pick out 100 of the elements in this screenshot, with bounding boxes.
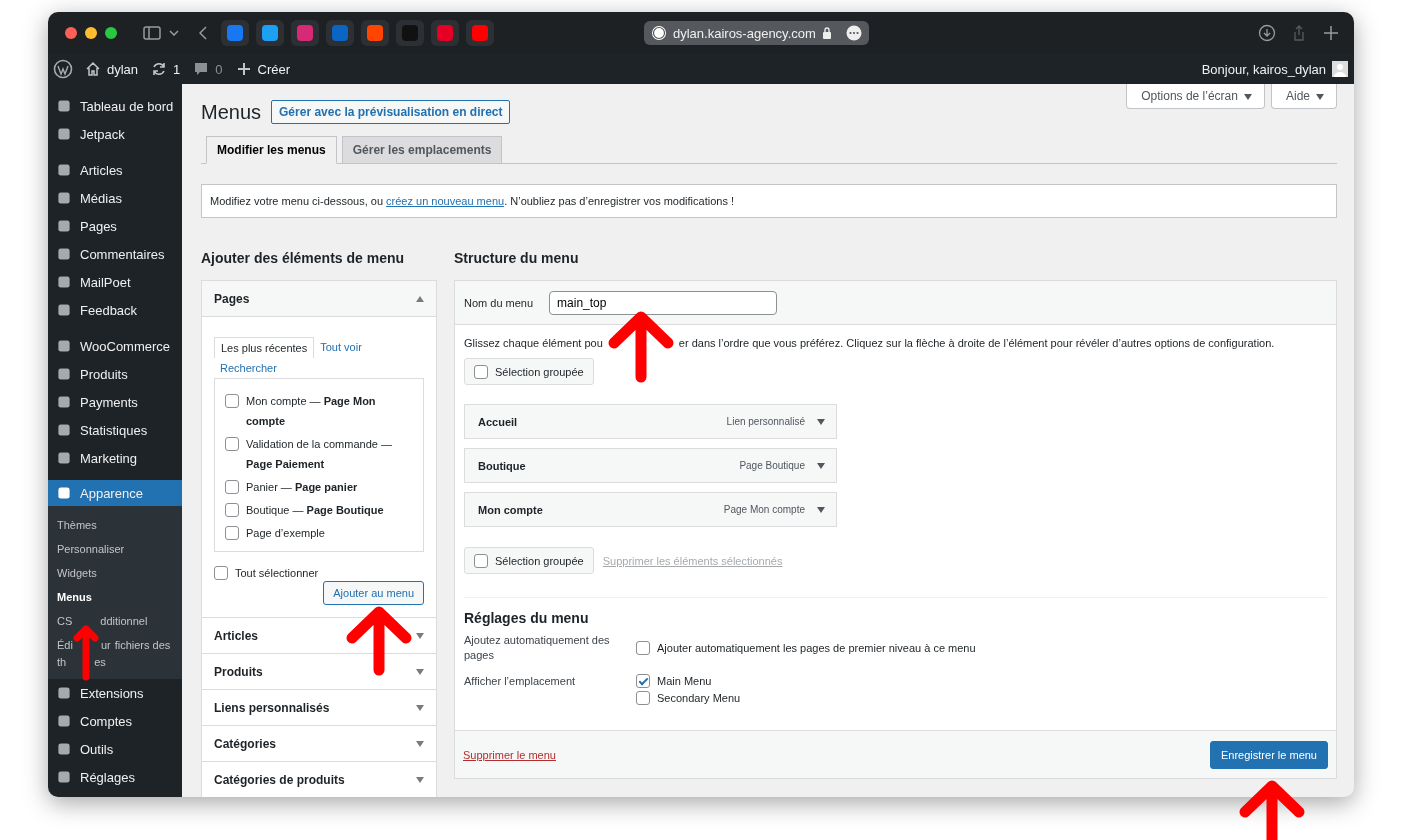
submenu-item[interactable]: Personnaliser bbox=[48, 538, 182, 562]
new-content-link[interactable]: Créer bbox=[235, 61, 291, 77]
bookmark-button[interactable] bbox=[466, 20, 494, 46]
checkbox-label: Ajouter automatiquement les pages de premier niveau à ce menu bbox=[657, 642, 976, 654]
sidebar-item[interactable]: Tableau de bord bbox=[48, 92, 182, 120]
download-icon[interactable] bbox=[1258, 24, 1276, 42]
caret-icon[interactable] bbox=[817, 418, 825, 425]
caret-icon bbox=[1243, 94, 1252, 100]
sidebar-item[interactable]: Produits bbox=[48, 360, 182, 388]
sidebar-item[interactable]: Marketing bbox=[48, 444, 182, 472]
screen-options-button[interactable]: Aide bbox=[1270, 84, 1337, 109]
sidebar-item[interactable]: Statistiques bbox=[48, 416, 182, 444]
bookmark-button[interactable] bbox=[361, 20, 389, 46]
checkbox[interactable] bbox=[636, 674, 650, 688]
checkbox[interactable] bbox=[214, 566, 228, 580]
sidebar-item[interactable]: Feedback bbox=[48, 296, 182, 324]
sidebar-item[interactable]: Pages bbox=[48, 212, 182, 240]
bookmark-button[interactable] bbox=[291, 20, 319, 46]
sidebar-item[interactable]: MailPoet bbox=[48, 268, 182, 296]
menu-item-bar[interactable]: Accueil Lien personnalisé bbox=[464, 404, 837, 439]
menu-item-bar[interactable]: Boutique Page Boutique bbox=[464, 448, 837, 483]
close-button[interactable] bbox=[65, 27, 77, 39]
checkbox[interactable] bbox=[225, 437, 239, 451]
sidebar-item[interactable]: Jetpack bbox=[48, 120, 182, 148]
checkbox[interactable] bbox=[225, 526, 239, 540]
add-to-menu-button[interactable]: Ajouter au menu bbox=[323, 581, 424, 605]
comment-icon bbox=[193, 61, 210, 77]
minimize-button[interactable] bbox=[85, 27, 97, 39]
sidebar-item[interactable]: Articles bbox=[48, 156, 182, 184]
sidebar-item[interactable]: Comptes bbox=[48, 707, 182, 735]
tab[interactable]: Tout voir bbox=[314, 337, 368, 358]
refresh-icon bbox=[151, 61, 168, 77]
address-bar[interactable]: dylan.kairos-agency.com bbox=[644, 21, 869, 45]
zoom-button[interactable] bbox=[105, 27, 117, 39]
caret-icon bbox=[416, 740, 424, 747]
checkbox-label: Secondary Menu bbox=[657, 692, 741, 704]
checkbox[interactable] bbox=[225, 480, 239, 494]
bulk-select-button[interactable]: Sélection groupée bbox=[464, 547, 594, 574]
caret-icon bbox=[416, 668, 424, 675]
bulk-select-button[interactable]: Sélection groupée bbox=[464, 358, 594, 385]
save-menu-button[interactable]: Enregistrer le menu bbox=[1210, 740, 1328, 769]
site-link[interactable]: dylan bbox=[85, 61, 139, 77]
bookmark-button[interactable] bbox=[256, 20, 284, 46]
page-label: Mon compte — Page Mon compte bbox=[246, 394, 377, 429]
sidebar-item[interactable]: Outils bbox=[48, 735, 182, 763]
caret-icon bbox=[1316, 94, 1324, 100]
field-label: Nom du menu bbox=[464, 296, 534, 309]
bookmark-button[interactable] bbox=[431, 20, 459, 46]
tab[interactable]: Rechercher bbox=[214, 358, 283, 378]
page-label: Panier — Page panier bbox=[246, 480, 358, 495]
instructions-text: er dans l’ordre que vous préférez. Cliquez sur la flèche à droite de l’élément pour révéler d’autres options de configuration. bbox=[678, 337, 1275, 349]
menu-item-type: Lien personnalisé bbox=[726, 416, 805, 427]
sidebar-item[interactable]: Réglages bbox=[48, 763, 182, 791]
submenu-item[interactable]: Thèmes bbox=[48, 514, 182, 538]
notice-text: Modifiez votre menu ci-dessous, ou créez un nouveau menu. N’oubliez pas d’enregistrer vos modifications ! bbox=[210, 195, 734, 207]
submenu-item[interactable]: Widgets bbox=[48, 562, 182, 586]
sidebar-item[interactable]: Extensions bbox=[48, 679, 182, 707]
back-icon[interactable] bbox=[199, 26, 207, 40]
more-icon[interactable] bbox=[845, 25, 862, 41]
caret-icon[interactable] bbox=[817, 506, 825, 513]
sidebar-item[interactable]: Apparence bbox=[48, 480, 182, 506]
sidebar-item[interactable]: Commentaires bbox=[48, 240, 182, 268]
caret-icon bbox=[416, 295, 424, 302]
live-preview-button[interactable]: Gérer avec la prévisualisation en direct bbox=[271, 100, 511, 124]
checkbox[interactable] bbox=[636, 691, 650, 705]
tab[interactable]: Modifier les menus bbox=[206, 136, 337, 164]
settings-title: Réglages du menu bbox=[464, 610, 590, 626]
menu-item-type: Page Boutique bbox=[739, 460, 805, 471]
checkbox[interactable] bbox=[225, 394, 239, 408]
screen-options-button[interactable]: Options de l’écran bbox=[1126, 84, 1265, 109]
page-label: Boutique — Page Boutique bbox=[246, 503, 384, 518]
menu-name-field[interactable]: main_top bbox=[549, 290, 778, 315]
tab[interactable]: Les plus récentes bbox=[214, 337, 315, 358]
caret-icon bbox=[416, 776, 424, 783]
menu-item-bar[interactable]: Mon compte Page Mon compte bbox=[464, 492, 837, 527]
submenu-item[interactable]: CS dditionnel bbox=[48, 610, 182, 634]
home-icon bbox=[85, 61, 101, 77]
accordion-header[interactable]: Pages bbox=[202, 281, 436, 317]
delete-menu-link[interactable]: Supprimer le menu bbox=[463, 748, 556, 761]
menu-item-title: Accueil bbox=[478, 415, 518, 428]
sidebar-item[interactable]: Payments bbox=[48, 388, 182, 416]
tab[interactable]: Gérer les emplacements bbox=[341, 136, 503, 164]
submenu-item[interactable]: Édi ur fichiers des th es bbox=[48, 634, 182, 675]
chevron-down-icon[interactable] bbox=[169, 30, 179, 36]
account-link[interactable]: Bonjour, kairos_dylan bbox=[1201, 61, 1348, 77]
sidebar-icon[interactable] bbox=[143, 26, 161, 40]
lock-icon bbox=[821, 27, 832, 39]
checkbox[interactable] bbox=[225, 503, 239, 517]
setting-label: Afficher l’emplacement bbox=[464, 674, 577, 689]
caret-icon[interactable] bbox=[817, 462, 825, 469]
sidebar-item[interactable]: Médias bbox=[48, 184, 182, 212]
bookmark-button[interactable] bbox=[221, 20, 249, 46]
plus-icon[interactable] bbox=[1322, 24, 1340, 42]
bookmark-button[interactable] bbox=[326, 20, 354, 46]
comments-link[interactable]: 0 bbox=[193, 61, 223, 77]
updates-link[interactable]: 1 bbox=[151, 61, 181, 77]
sidebar-item[interactable]: WooCommerce bbox=[48, 332, 182, 360]
checkbox-label: Main Menu bbox=[657, 675, 712, 687]
submenu-item[interactable]: Menus bbox=[48, 586, 182, 610]
checkbox[interactable] bbox=[636, 641, 650, 655]
